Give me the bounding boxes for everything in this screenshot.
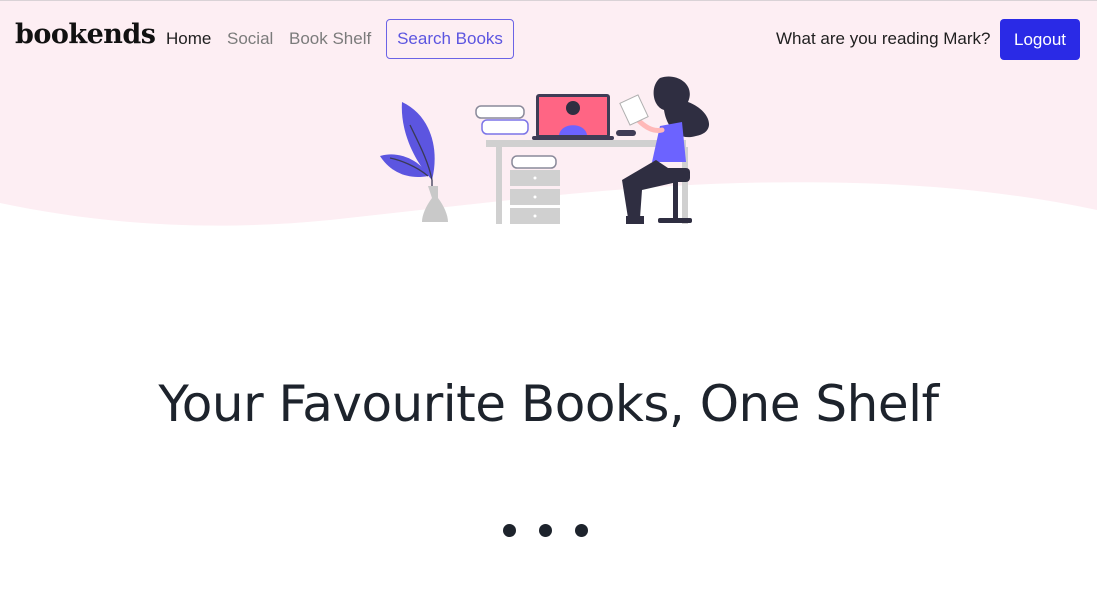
loading-dot <box>575 524 588 537</box>
search-books-button[interactable]: Search Books <box>386 19 514 59</box>
woman-reading-at-desk-illustration <box>380 76 710 224</box>
nav-book-shelf[interactable]: Book Shelf <box>289 29 371 49</box>
loading-indicator <box>503 524 593 538</box>
loading-dot <box>539 524 552 537</box>
nav-social[interactable]: Social <box>227 29 273 49</box>
vase <box>422 186 448 222</box>
user-greeting: What are you reading Mark? <box>776 29 991 48</box>
loading-dot <box>503 524 516 537</box>
logout-button[interactable]: Logout <box>1000 19 1080 60</box>
held-book <box>619 94 649 126</box>
hero-headline: Your Favourite Books, One Shelf <box>158 375 939 433</box>
chair-seat <box>660 168 690 182</box>
navbar: bookends Home Social Book Shelf Search B… <box>0 1 1097 77</box>
brand-logo[interactable]: bookends <box>15 19 156 50</box>
nav-home[interactable]: Home <box>166 29 211 49</box>
